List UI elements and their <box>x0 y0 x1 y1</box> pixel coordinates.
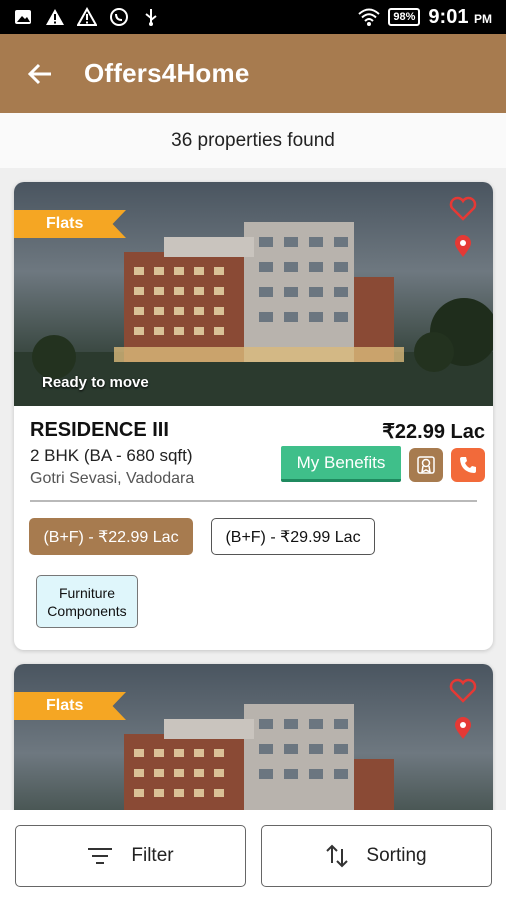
whatsapp-icon <box>108 6 130 28</box>
offer-badge-button[interactable] <box>409 448 443 482</box>
alert-icon <box>44 6 66 28</box>
property-location: Gotri Sevasi, Vadodara <box>30 470 195 487</box>
offer-icon <box>417 456 435 474</box>
page-title: Offers4Home <box>84 58 250 88</box>
possession-status: Ready to move <box>42 374 149 391</box>
heart-icon[interactable] <box>449 196 477 222</box>
warning-icon <box>76 6 98 28</box>
my-benefits-button[interactable]: My Benefits <box>281 446 401 482</box>
back-arrow-icon[interactable] <box>24 58 56 90</box>
status-bar: 98% 9:01 PM <box>0 0 506 34</box>
feature-line-1: Furniture <box>58 584 115 601</box>
property-config: 2 BHK (BA - 680 sqft) <box>30 446 193 465</box>
map-pin-icon[interactable] <box>453 234 473 258</box>
building-illustration <box>124 704 394 824</box>
property-card[interactable]: Flats Ready to move RESIDENCE III ₹22.99… <box>14 182 493 650</box>
divider <box>30 500 477 502</box>
price-option-chip[interactable]: (B+F) - ₹29.99 Lac <box>211 518 375 555</box>
feature-chip-text: Furniture Components <box>47 584 126 620</box>
system-indicators: 98% 9:01 PM <box>358 6 492 29</box>
bottom-action-bar: Filter Sorting <box>0 810 506 900</box>
clock: 9:01 PM <box>428 6 492 29</box>
property-type-ribbon: Flats <box>14 210 126 238</box>
property-price: ₹22.99 Lac <box>382 421 485 443</box>
property-card[interactable]: Flats <box>14 664 493 824</box>
phone-icon <box>460 457 476 473</box>
app-bar: Offers4Home <box>0 34 506 113</box>
property-name: RESIDENCE III <box>30 419 169 441</box>
photo-icon <box>12 6 34 28</box>
sort-icon <box>326 844 349 868</box>
price-option-chip-selected[interactable]: (B+F) - ₹22.99 Lac <box>29 518 193 555</box>
filter-button[interactable]: Filter <box>15 825 246 887</box>
map-pin-icon[interactable] <box>453 716 473 740</box>
property-photo[interactable]: Flats <box>14 664 493 824</box>
heart-icon[interactable] <box>449 678 477 704</box>
feature-chip-furniture[interactable]: Furniture Components <box>36 575 138 628</box>
property-photo[interactable]: Flats Ready to move <box>14 182 493 406</box>
clock-time: 9:01 <box>428 5 469 28</box>
call-button[interactable] <box>451 448 485 482</box>
filter-icon <box>88 848 113 864</box>
clock-ampm: PM <box>474 11 492 26</box>
filter-label: Filter <box>131 845 174 866</box>
sorting-label: Sorting <box>366 845 427 866</box>
wifi-icon <box>358 6 381 28</box>
sorting-button[interactable]: Sorting <box>261 825 492 887</box>
usb-icon <box>140 6 162 28</box>
feature-line-2: Components <box>47 602 127 619</box>
property-type-ribbon: Flats <box>14 692 126 720</box>
notification-icons <box>12 6 162 28</box>
results-count: 36 properties found <box>0 113 506 168</box>
battery-indicator: 98% <box>388 8 421 26</box>
